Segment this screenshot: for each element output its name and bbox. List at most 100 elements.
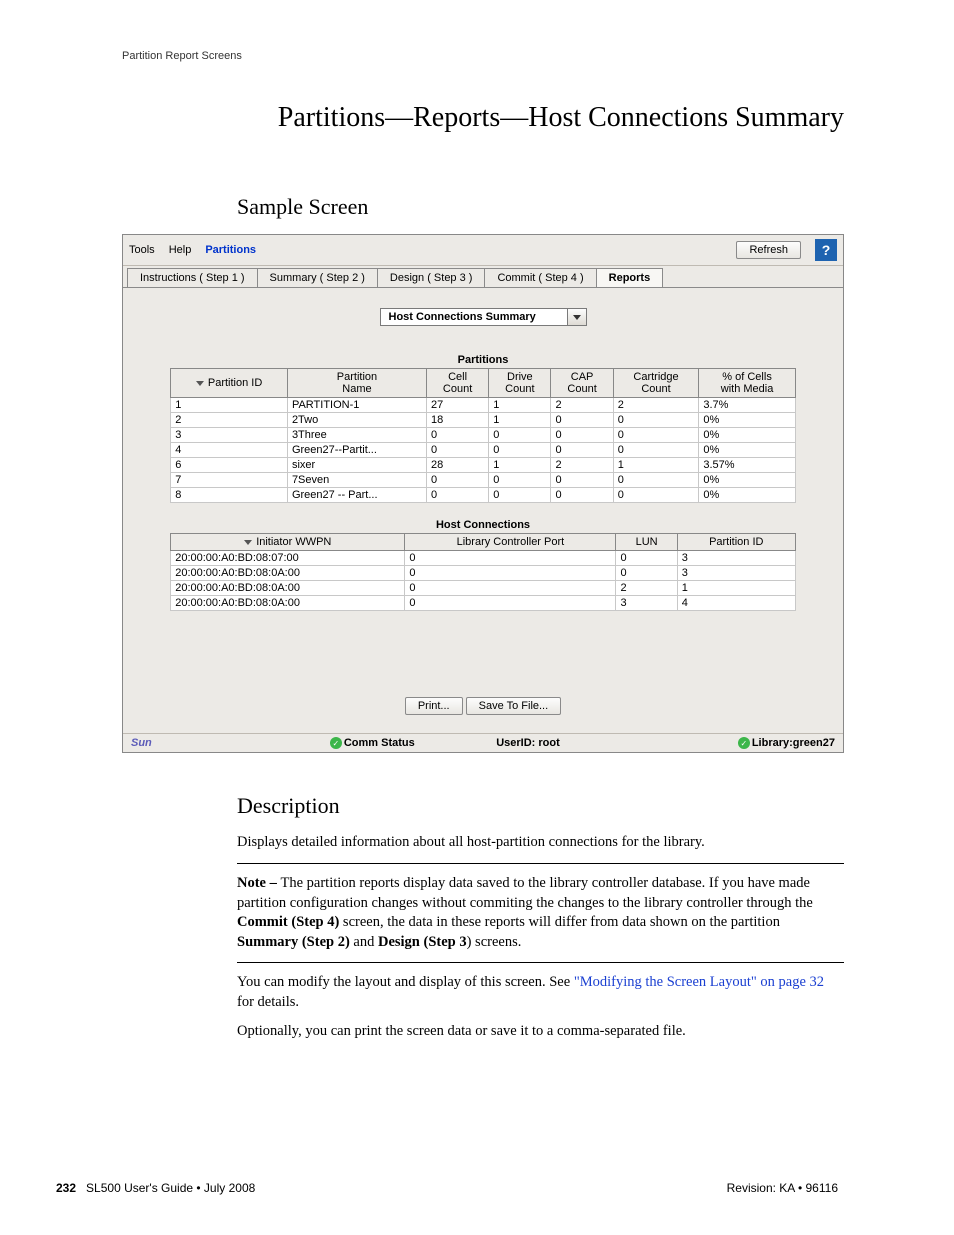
table-cell: 0: [616, 551, 677, 566]
comm-status: ✓Comm Status: [330, 737, 415, 749]
table-cell: 2: [171, 413, 288, 428]
table-cell: 0: [405, 581, 616, 596]
table-cell: 3: [677, 566, 795, 581]
table-cell: 20:00:00:A0:BD:08:0A:00: [171, 596, 405, 611]
table-cell: 3.57%: [699, 458, 795, 473]
print-button[interactable]: Print...: [405, 697, 463, 715]
table-row[interactable]: 6sixer281213.57%: [171, 458, 796, 473]
table-cell: 4: [677, 596, 795, 611]
menu-help[interactable]: Help: [169, 244, 192, 256]
hosts-table-title: Host Connections: [143, 519, 823, 531]
col-drive-count[interactable]: Drive Count: [489, 369, 551, 398]
table-cell: 0%: [699, 473, 795, 488]
table-cell: 20:00:00:A0:BD:08:07:00: [171, 551, 405, 566]
col-cell-count[interactable]: Cell Count: [426, 369, 488, 398]
col-controller-port[interactable]: Library Controller Port: [405, 534, 616, 551]
table-cell: 1: [489, 413, 551, 428]
chevron-down-icon[interactable]: [567, 308, 587, 326]
table-cell: 0: [613, 473, 699, 488]
table-cell: 2: [613, 398, 699, 413]
table-cell: 1: [489, 398, 551, 413]
table-row[interactable]: 22Two181000%: [171, 413, 796, 428]
table-cell: 1: [489, 458, 551, 473]
table-cell: 0%: [699, 413, 795, 428]
sun-logo: Sun: [131, 737, 152, 749]
col-partition-id-host[interactable]: Partition ID: [677, 534, 795, 551]
save-to-file-button[interactable]: Save To File...: [466, 697, 562, 715]
table-cell: 7: [171, 473, 288, 488]
table-cell: 0: [489, 443, 551, 458]
menu-tools[interactable]: Tools: [129, 244, 155, 256]
col-cartridge-count[interactable]: Cartridge Count: [613, 369, 699, 398]
table-cell: 0: [551, 413, 613, 428]
user-id-label: UserID: root: [496, 737, 560, 749]
table-cell: 27: [426, 398, 488, 413]
menu-partitions[interactable]: Partitions: [205, 244, 256, 256]
table-cell: 0: [613, 488, 699, 503]
table-cell: 3: [616, 596, 677, 611]
col-partition-name[interactable]: Partition Name: [287, 369, 426, 398]
section-description: Description: [237, 793, 844, 819]
table-cell: 0: [551, 488, 613, 503]
check-icon: ✓: [738, 737, 750, 749]
table-cell: 0: [551, 473, 613, 488]
tab-commit[interactable]: Commit ( Step 4 ): [484, 268, 596, 287]
table-cell: 18: [426, 413, 488, 428]
desc-p1: Displays detailed information about all …: [237, 833, 844, 853]
table-cell: 1: [613, 458, 699, 473]
table-cell: 0: [613, 443, 699, 458]
partitions-table-title: Partitions: [143, 354, 823, 366]
check-icon: ✓: [330, 737, 342, 749]
table-cell: 0: [551, 443, 613, 458]
table-cell: 3.7%: [699, 398, 795, 413]
col-lun[interactable]: LUN: [616, 534, 677, 551]
modifying-layout-link[interactable]: "Modifying the Screen Layout" on page 32: [574, 974, 824, 990]
table-row[interactable]: 20:00:00:A0:BD:08:0A:00003: [171, 566, 796, 581]
tab-reports[interactable]: Reports: [596, 268, 664, 287]
sort-indicator-icon: [196, 381, 204, 386]
table-cell: 0: [613, 413, 699, 428]
table-row[interactable]: 1PARTITION-1271223.7%: [171, 398, 796, 413]
col-pct-media[interactable]: % of Cells with Media: [699, 369, 795, 398]
table-row[interactable]: 20:00:00:A0:BD:08:07:00003: [171, 551, 796, 566]
tab-instructions[interactable]: Instructions ( Step 1 ): [127, 268, 258, 287]
table-cell: PARTITION-1: [287, 398, 426, 413]
table-cell: 0: [489, 428, 551, 443]
report-select[interactable]: Host Connections Summary: [380, 308, 587, 326]
table-cell: 0: [426, 488, 488, 503]
table-cell: 0: [489, 473, 551, 488]
partitions-table: Partition ID Partition Name Cell Count D…: [170, 368, 796, 503]
table-cell: 0: [405, 596, 616, 611]
table-row[interactable]: 8Green27 -- Part...00000%: [171, 488, 796, 503]
desc-p2: You can modify the layout and display of…: [237, 973, 844, 1012]
table-cell: 20:00:00:A0:BD:08:0A:00: [171, 566, 405, 581]
col-initiator-wwpn[interactable]: Initiator WWPN: [171, 534, 405, 551]
running-header: Partition Report Screens: [122, 50, 844, 62]
tab-bar: Instructions ( Step 1 ) Summary ( Step 2…: [123, 266, 843, 288]
section-sample-screen: Sample Screen: [237, 194, 844, 220]
refresh-button[interactable]: Refresh: [736, 241, 801, 259]
page-number: 232: [56, 1181, 76, 1195]
table-cell: 0%: [699, 428, 795, 443]
table-cell: 8: [171, 488, 288, 503]
table-cell: Green27--Partit...: [287, 443, 426, 458]
desc-p3: Optionally, you can print the screen dat…: [237, 1022, 844, 1042]
table-row[interactable]: 33Three00000%: [171, 428, 796, 443]
sort-indicator-icon: [244, 540, 252, 545]
help-icon[interactable]: ?: [815, 239, 837, 261]
col-partition-id[interactable]: Partition ID: [171, 369, 288, 398]
table-row[interactable]: 20:00:00:A0:BD:08:0A:00034: [171, 596, 796, 611]
guide-title: SL500 User's Guide • July 2008: [86, 1181, 255, 1195]
table-row[interactable]: 77Seven00000%: [171, 473, 796, 488]
table-row[interactable]: 20:00:00:A0:BD:08:0A:00021: [171, 581, 796, 596]
tab-summary[interactable]: Summary ( Step 2 ): [257, 268, 378, 287]
tab-design[interactable]: Design ( Step 3 ): [377, 268, 486, 287]
table-cell: 0: [426, 443, 488, 458]
menu-bar: Tools Help Partitions Refresh ?: [123, 235, 843, 266]
table-cell: 0: [405, 566, 616, 581]
table-row[interactable]: 4Green27--Partit...00000%: [171, 443, 796, 458]
col-cap-count[interactable]: CAP Count: [551, 369, 613, 398]
table-cell: 3: [677, 551, 795, 566]
table-cell: 0: [489, 488, 551, 503]
table-cell: 3Three: [287, 428, 426, 443]
